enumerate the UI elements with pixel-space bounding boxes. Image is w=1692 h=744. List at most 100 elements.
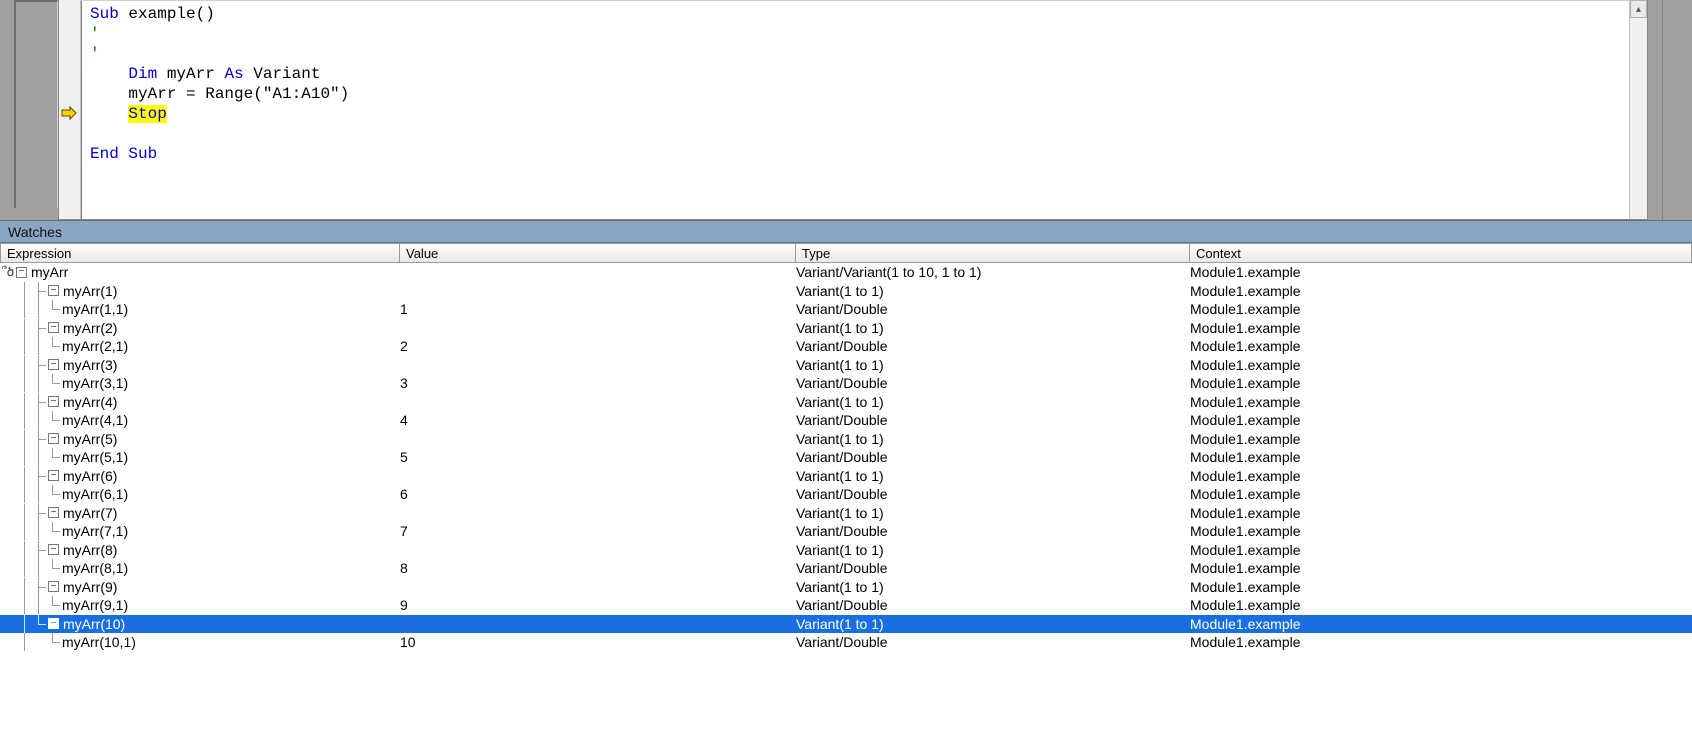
watch-row-child-10[interactable]: myArr(10,1)10Variant/DoubleModule1.examp… xyxy=(0,633,1692,652)
watch-context-cell: Module1.example xyxy=(1190,356,1692,375)
watch-type-cell: Variant(1 to 1) xyxy=(796,282,1190,301)
header-value[interactable]: Value xyxy=(400,243,796,263)
watch-row-child-8[interactable]: myArr(8,1)8Variant/DoubleModule1.example xyxy=(0,559,1692,578)
header-expression[interactable]: Expression xyxy=(0,243,400,263)
watch-row-root[interactable]: ՞ծ−myArrVariant/Variant(1 to 10, 1 to 1)… xyxy=(0,263,1692,282)
watch-context-cell: Module1.example xyxy=(1190,263,1692,282)
tree-connector xyxy=(18,448,60,466)
watch-type-cell: Variant(1 to 1) xyxy=(796,319,1190,338)
watch-row-child-7[interactable]: myArr(7,1)7Variant/DoubleModule1.example xyxy=(0,522,1692,541)
watch-value-cell: 10 xyxy=(400,633,796,652)
watch-expr-cell: −myArr(8) xyxy=(0,541,400,560)
watch-context-cell: Module1.example xyxy=(1190,504,1692,523)
watch-context-cell: Module1.example xyxy=(1190,578,1692,597)
watch-type-cell: Variant/Double xyxy=(796,411,1190,430)
watch-row-parent-9[interactable]: −myArr(9) Variant(1 to 1)Module1.example xyxy=(0,578,1692,597)
watch-row-parent-5[interactable]: −myArr(5)Variant(1 to 1)Module1.example xyxy=(0,430,1692,449)
header-context[interactable]: Context xyxy=(1190,243,1692,263)
watch-row-child-1[interactable]: myArr(1,1)1Variant/DoubleModule1.example xyxy=(0,300,1692,319)
tree-connector xyxy=(18,282,46,300)
collapse-toggle[interactable]: − xyxy=(48,433,59,444)
tree-connector xyxy=(18,633,60,651)
watch-expr-text: myArr(3,1) xyxy=(60,374,128,393)
tree-connector xyxy=(18,541,46,559)
watch-expr-cell: myArr(4,1) xyxy=(0,411,400,430)
watch-expr-text: myArr(8,1) xyxy=(60,559,128,578)
collapse-toggle[interactable]: − xyxy=(48,322,59,333)
code-token-current-line: Stop xyxy=(128,105,166,123)
breakpoint-gutter[interactable] xyxy=(59,0,81,219)
watches-title-bar[interactable]: Watches xyxy=(0,221,1692,243)
watch-context-cell: Module1.example xyxy=(1190,633,1692,652)
watch-row-child-9[interactable]: myArr(9,1)9Variant/DoubleModule1.example xyxy=(0,596,1692,615)
watch-expr-cell: −myArr(3) xyxy=(0,356,400,375)
collapse-toggle[interactable]: − xyxy=(48,359,59,370)
watch-value-cell: 5 xyxy=(400,448,796,467)
collapse-toggle[interactable]: − xyxy=(16,267,27,278)
watch-context-cell: Module1.example xyxy=(1190,485,1692,504)
collapse-toggle[interactable]: − xyxy=(48,544,59,555)
execution-pointer-icon xyxy=(60,104,78,122)
watch-context-cell: Module1.example xyxy=(1190,596,1692,615)
watch-value-cell: 3 xyxy=(400,374,796,393)
watch-expr-text: myArr(1,1) xyxy=(60,300,128,319)
watch-value-cell: 8 xyxy=(400,559,796,578)
vertical-scrollbar[interactable]: ▴ xyxy=(1629,0,1647,219)
watch-expr-cell: −myArr(5) xyxy=(0,430,400,449)
collapse-toggle[interactable]: − xyxy=(48,396,59,407)
scroll-up-button[interactable]: ▴ xyxy=(1630,0,1647,18)
tree-connector xyxy=(18,374,60,392)
header-type-label: Type xyxy=(802,246,830,261)
code-token: As xyxy=(224,65,243,83)
watch-expr-cell: −myArr(9) xyxy=(0,578,400,597)
watch-type-cell: Variant(1 to 1) xyxy=(796,541,1190,560)
watch-expr-text: myArr(2) xyxy=(61,319,117,338)
collapse-toggle[interactable]: − xyxy=(48,581,59,592)
watch-row-parent-3[interactable]: −myArr(3) Variant(1 to 1)Module1.example xyxy=(0,356,1692,375)
collapse-toggle[interactable]: − xyxy=(48,470,59,481)
tree-connector xyxy=(18,485,60,503)
watch-row-parent-7[interactable]: −myArr(7)Variant(1 to 1)Module1.example xyxy=(0,504,1692,523)
left-frame-border xyxy=(14,0,58,208)
watch-expr-text: myArr(9,1) xyxy=(60,596,128,615)
watch-context-cell: Module1.example xyxy=(1190,430,1692,449)
collapse-toggle[interactable]: − xyxy=(48,285,59,296)
code-token: End Sub xyxy=(90,145,157,163)
watch-row-child-5[interactable]: myArr(5,1)5Variant/DoubleModule1.example xyxy=(0,448,1692,467)
watch-row-parent-4[interactable]: −myArr(4)Variant(1 to 1)Module1.example xyxy=(0,393,1692,412)
watch-expr-text: myArr(6,1) xyxy=(60,485,128,504)
watch-row-parent-6[interactable]: −myArr(6)Variant(1 to 1)Module1.example xyxy=(0,467,1692,486)
watch-expr-cell: myArr(8,1) xyxy=(0,559,400,578)
watches-panel: Watches Expression Value Type Context ՞ծ… xyxy=(0,220,1692,652)
watch-type-cell: Variant/Double xyxy=(796,337,1190,356)
tree-connector xyxy=(18,596,60,614)
watch-context-cell: Module1.example xyxy=(1190,541,1692,560)
watch-context-cell: Module1.example xyxy=(1190,300,1692,319)
header-type[interactable]: Type xyxy=(796,243,1190,263)
code-token: myArr = Range("A1:A10") xyxy=(128,85,349,103)
watch-expr-cell: −myArr(6) xyxy=(0,467,400,486)
watch-row-child-6[interactable]: myArr(6,1)6Variant/DoubleModule1.example xyxy=(0,485,1692,504)
watch-expr-cell: −myArr(10) xyxy=(0,615,400,634)
watch-type-cell: Variant/Double xyxy=(796,559,1190,578)
watch-expr-cell: myArr(9,1) xyxy=(0,596,400,615)
collapse-toggle[interactable]: − xyxy=(48,507,59,518)
watch-row-parent-8[interactable]: −myArr(8) Variant(1 to 1)Module1.example xyxy=(0,541,1692,560)
watch-expr-cell: myArr(2,1) xyxy=(0,337,400,356)
watch-row-child-2[interactable]: myArr(2,1)2Variant/DoubleModule1.example xyxy=(0,337,1692,356)
watch-value-cell: 6 xyxy=(400,485,796,504)
left-frame-gray xyxy=(0,0,58,220)
watch-row-parent-1[interactable]: −myArr(1)Variant(1 to 1)Module1.example xyxy=(0,282,1692,301)
watch-context-cell: Module1.example xyxy=(1190,337,1692,356)
watch-row-child-3[interactable]: myArr(3,1)3Variant/DoubleModule1.example xyxy=(0,374,1692,393)
collapse-toggle[interactable]: − xyxy=(48,618,59,629)
code-editor[interactable]: Sub example() ' ' Dim myArr As Variant m… xyxy=(82,0,1629,219)
code-token: ' xyxy=(90,25,100,43)
watch-row-parent-10[interactable]: −myArr(10)Variant(1 to 1)Module1.example xyxy=(0,615,1692,634)
watch-type-cell: Variant(1 to 1) xyxy=(796,578,1190,597)
watch-row-parent-2[interactable]: −myArr(2)Variant(1 to 1)Module1.example xyxy=(0,319,1692,338)
watch-expr-cell: −myArr(4) xyxy=(0,393,400,412)
watch-row-child-4[interactable]: myArr(4,1)4Variant/DoubleModule1.example xyxy=(0,411,1692,430)
watch-type-cell: Variant(1 to 1) xyxy=(796,356,1190,375)
watch-expr-cell: −myArr(2) xyxy=(0,319,400,338)
